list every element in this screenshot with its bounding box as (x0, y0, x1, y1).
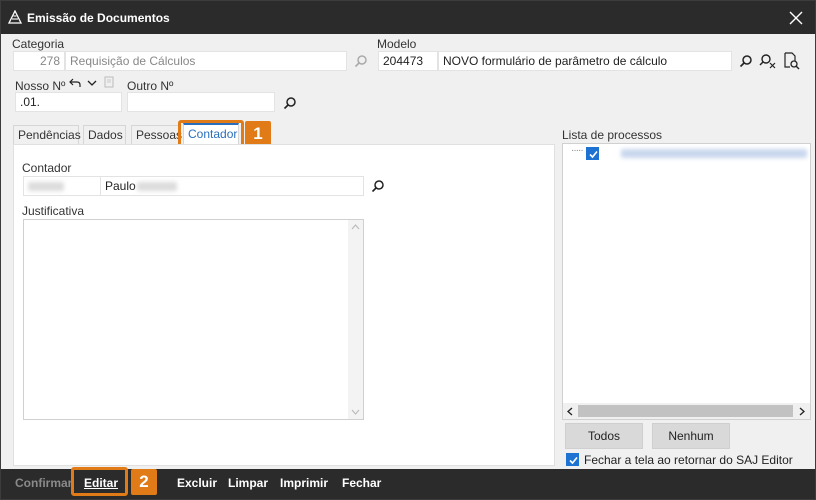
limpar-button[interactable]: Limpar (228, 476, 268, 490)
redacted-code (28, 182, 64, 191)
tree-connector: ····· (571, 145, 584, 156)
categoria-search-icon[interactable] (354, 54, 368, 68)
outro-numero-field[interactable] (127, 92, 275, 112)
categoria-label: Categoria (12, 37, 65, 51)
redacted-surname (137, 182, 177, 191)
contador-name-field[interactable]: Paulo (100, 176, 364, 196)
scroll-up-icon[interactable] (351, 224, 360, 230)
outro-numero-search-icon[interactable] (283, 96, 297, 110)
close-on-return-checkbox[interactable] (566, 453, 579, 466)
imprimir-button[interactable]: Imprimir (280, 476, 328, 490)
modelo-code-field[interactable]: 204473 (378, 51, 438, 71)
document-copy-icon[interactable] (104, 76, 114, 88)
fechar-button[interactable]: Fechar (342, 476, 381, 490)
close-on-return-label: Fechar a tela ao retornar do SAJ Editor (584, 453, 793, 467)
scroll-right-icon[interactable] (799, 407, 806, 416)
todos-button[interactable]: Todos (565, 423, 643, 449)
excluir-button[interactable]: Excluir (177, 476, 217, 490)
modelo-document-search-icon[interactable] (782, 52, 800, 70)
contador-code-field[interactable] (23, 176, 101, 196)
process-list[interactable]: ····· (562, 143, 811, 420)
nosso-numero-label: Nosso Nº (15, 79, 66, 93)
process-item-checkbox[interactable] (586, 147, 599, 160)
confirmar-button[interactable]: Confirmar (15, 476, 72, 490)
modelo-name-field[interactable]: NOVO formulário de parâmetro de cálculo (438, 51, 732, 71)
contador-name-text: Paulo (105, 179, 136, 193)
title-bar: Emissão de Documentos (1, 1, 815, 34)
justificativa-textarea[interactable] (23, 219, 364, 420)
contador-label: Contador (22, 161, 72, 175)
contador-search-icon[interactable] (371, 179, 385, 193)
modelo-search-icon[interactable] (739, 54, 753, 68)
lista-processos-label: Lista de processos (562, 128, 663, 142)
tab-pessoas[interactable]: Pessoas (131, 125, 182, 145)
redacted-process-number (621, 149, 807, 158)
modelo-label: Modelo (377, 37, 417, 51)
process-list-hscrollbar[interactable] (563, 403, 810, 419)
categoria-code-field[interactable]: 278 (13, 51, 65, 71)
hscroll-thumb[interactable] (578, 405, 793, 417)
nosso-numero-field[interactable]: .01. (15, 92, 122, 112)
outro-numero-label: Outro Nº (127, 79, 174, 93)
justificativa-label: Justificativa (22, 204, 85, 218)
tab-pendencias[interactable]: Pendências (13, 125, 81, 145)
categoria-name-field[interactable]: Requisição de Cálculos (65, 51, 347, 71)
annotation-callout-2 (71, 467, 128, 496)
justificativa-scrollbar[interactable] (348, 220, 363, 419)
annotation-badge-2: 2 (131, 469, 157, 495)
undo-arrow-icon[interactable] (69, 77, 81, 89)
chevron-down-icon[interactable] (86, 78, 98, 88)
modelo-search-advanced-icon[interactable] (759, 52, 777, 70)
emissao-documentos-window: Emissão de Documentos Categoria 278 Requ… (0, 0, 816, 500)
scroll-left-icon[interactable] (566, 407, 573, 416)
nenhum-button[interactable]: Nenhum (652, 423, 730, 449)
tab-dados[interactable]: Dados (83, 125, 126, 145)
scroll-down-icon[interactable] (351, 409, 360, 415)
contador-panel: Contador Paulo Justificativa (13, 144, 555, 466)
window-title: Emissão de Documentos (27, 11, 170, 25)
app-triangle-icon (8, 10, 22, 24)
close-icon[interactable] (785, 7, 807, 29)
